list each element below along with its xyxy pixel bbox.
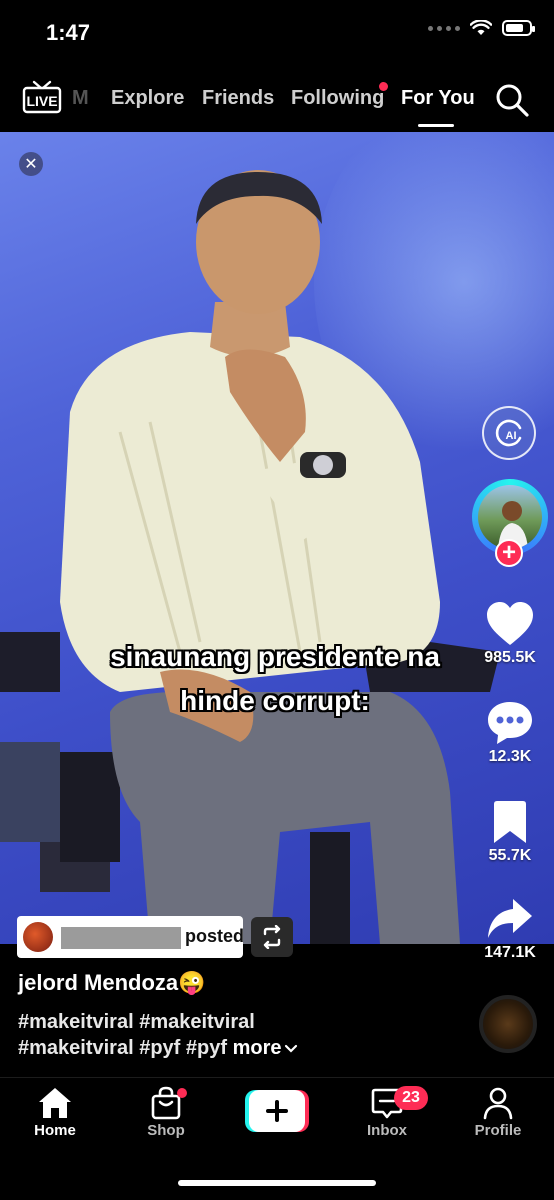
- repost-icon: [263, 925, 281, 949]
- nav-profile-label: Profile: [474, 1122, 522, 1139]
- signal-icon: [428, 25, 460, 31]
- caption-line-1: sinaunang presidente na: [110, 641, 440, 672]
- reposted-label: posted: [185, 926, 245, 946]
- nav-inbox[interactable]: 23 Inbox: [342, 1086, 432, 1139]
- bookmark-icon: [494, 801, 526, 843]
- home-indicator: [178, 1180, 376, 1186]
- action-rail: AI + 985.5K 12.3K 55.7K 147.1K: [470, 0, 554, 1080]
- share-count: 147.1K: [484, 944, 536, 961]
- nav-shop-label: Shop: [147, 1122, 185, 1139]
- status-time: 1:47: [46, 20, 91, 45]
- description-line-2: #makeitviral #pyf #pyf more: [18, 1035, 458, 1061]
- save-count: 55.7K: [488, 847, 532, 864]
- caption-line-2: hinde corrupt:: [180, 685, 370, 716]
- home-icon: [39, 1088, 71, 1118]
- profile-icon: [483, 1087, 513, 1120]
- ai-icon: AI: [495, 419, 522, 447]
- shop-notification-dot: [177, 1088, 187, 1098]
- heart-icon: [487, 602, 533, 645]
- inbox-badge: 23: [394, 1086, 428, 1110]
- create-button[interactable]: [245, 1090, 309, 1132]
- tab-explore[interactable]: Explore: [111, 87, 184, 110]
- live-tv-icon[interactable]: LIVE: [22, 80, 62, 114]
- svg-text:AI: AI: [506, 430, 517, 442]
- svg-text:LIVE: LIVE: [26, 93, 57, 109]
- nav-inbox-label: Inbox: [367, 1122, 407, 1139]
- more-link[interactable]: more: [233, 1037, 299, 1059]
- music-disc[interactable]: [479, 995, 537, 1053]
- tab-for-you[interactable]: For You: [401, 87, 475, 110]
- tab-following[interactable]: Following: [291, 87, 384, 110]
- nav-home-label: Home: [34, 1122, 76, 1139]
- tab-m[interactable]: M: [72, 87, 89, 110]
- video-caption-overlay: sinaunang presidente na hinde corrupt:: [70, 635, 480, 723]
- following-notification-dot: [379, 82, 388, 91]
- like-count: 985.5K: [484, 649, 536, 666]
- chevron-down-icon: [285, 1044, 298, 1053]
- share-button[interactable]: 147.1K: [470, 896, 550, 962]
- share-arrow-icon: [488, 899, 532, 938]
- nav-profile[interactable]: Profile: [453, 1086, 543, 1139]
- post-description[interactable]: #makeitviral #makeitviral #makeitviral #…: [18, 1009, 458, 1061]
- comment-icon: [488, 702, 532, 744]
- follow-button[interactable]: +: [495, 539, 523, 567]
- save-button[interactable]: 55.7K: [470, 799, 550, 865]
- comment-count: 12.3K: [488, 748, 532, 765]
- like-button[interactable]: 985.5K: [470, 601, 550, 667]
- repost-button[interactable]: [251, 917, 293, 957]
- reposter-name-redacted: [61, 927, 181, 949]
- description-line-1: #makeitviral #makeitviral: [18, 1011, 255, 1033]
- nav-shop[interactable]: Shop: [121, 1086, 211, 1139]
- nav-home[interactable]: Home: [10, 1086, 100, 1139]
- ai-button[interactable]: AI: [482, 406, 536, 460]
- tab-friends[interactable]: Friends: [202, 87, 274, 110]
- creator-username[interactable]: jelord Mendoza😜: [18, 970, 206, 996]
- reposter-avatar: [23, 922, 53, 952]
- reposted-by-pill[interactable]: posted: [17, 916, 245, 958]
- close-overlay-button[interactable]: ✕: [19, 152, 43, 176]
- comment-button[interactable]: 12.3K: [470, 700, 550, 766]
- active-tab-indicator: [418, 124, 454, 127]
